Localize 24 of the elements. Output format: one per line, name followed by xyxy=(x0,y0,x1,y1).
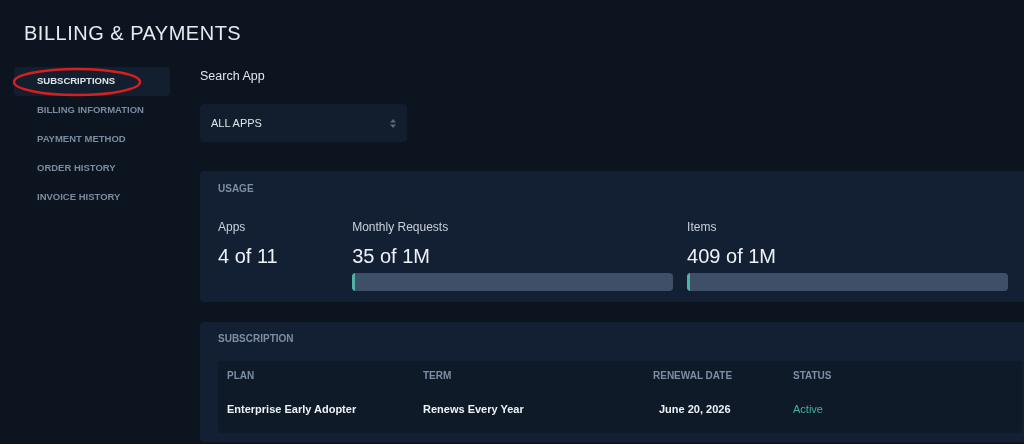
sort-icon xyxy=(390,118,396,128)
metric-label: Monthly Requests xyxy=(352,220,450,234)
section-title: USAGE xyxy=(218,183,255,195)
column-header: TERM xyxy=(423,370,453,382)
search-label: Search App xyxy=(200,69,266,83)
metric-value: 35 of 1M xyxy=(352,244,431,268)
app-select[interactable]: ALL APPS xyxy=(200,104,407,142)
section-title: SUBSCRIPTION xyxy=(218,333,295,345)
sidebar-item[interactable]: ORDER HISTORY xyxy=(14,154,170,183)
table-cell-text: Enterprise Early Adopter xyxy=(227,403,358,416)
metric-label: Apps xyxy=(218,220,247,234)
column-header: STATUS xyxy=(793,370,833,382)
page-title: BILLING & PAYMENTS xyxy=(24,21,243,45)
column-header: PLAN xyxy=(227,370,256,382)
sidebar-item[interactable]: INVOICE HISTORY xyxy=(14,183,170,212)
metric-label: Items xyxy=(687,220,718,234)
sidebar-item[interactable]: BILLING INFORMATION xyxy=(14,96,170,125)
metric-value: 4 of 11 xyxy=(218,244,279,268)
sidebar-item[interactable]: PAYMENT METHOD xyxy=(14,125,170,154)
column-header: RENEWAL DATE xyxy=(653,370,734,382)
table-cell-text: June 20, 2026 xyxy=(658,403,732,416)
metric-value: 409 of 1M xyxy=(687,244,778,268)
table-cell-text: Active xyxy=(793,403,824,416)
table-cell-text: Renews Every Year xyxy=(423,403,525,416)
